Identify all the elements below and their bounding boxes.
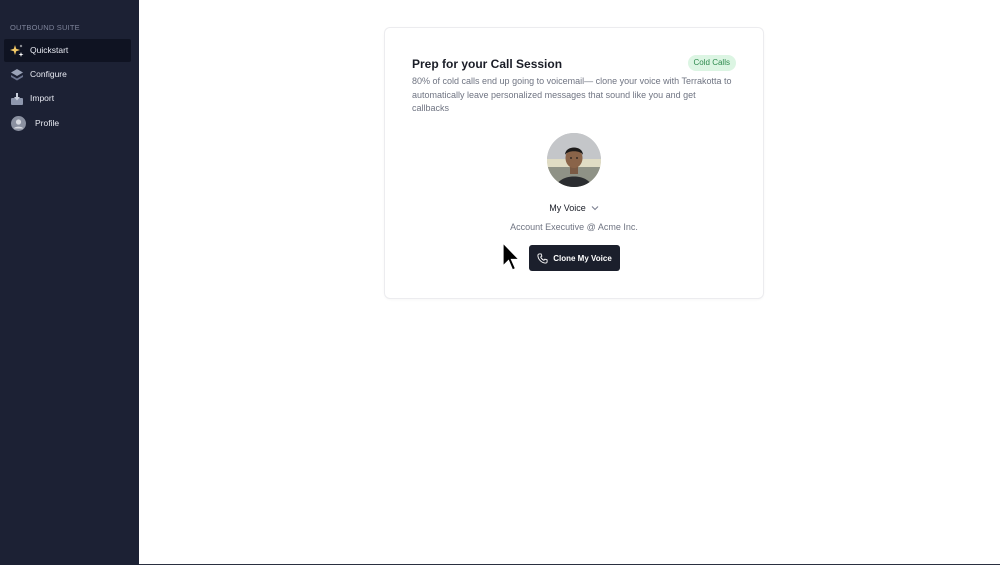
card-title: Prep for your Call Session bbox=[412, 57, 563, 71]
sidebar-item-import[interactable]: Import bbox=[4, 87, 131, 110]
voice-select-value: My Voice bbox=[549, 203, 586, 213]
voice-select[interactable]: My Voice bbox=[385, 203, 763, 213]
clone-voice-button-label: Clone My Voice bbox=[553, 253, 612, 263]
sidebar-item-label: Import bbox=[30, 93, 55, 104]
avatar bbox=[547, 133, 601, 187]
sidebar-item-label: Quickstart bbox=[30, 45, 69, 56]
sidebar-item-label: Configure bbox=[30, 69, 67, 80]
chevron-down-icon bbox=[591, 205, 599, 211]
phone-icon bbox=[537, 252, 548, 264]
card-description: 80% of cold calls end up going to voicem… bbox=[412, 76, 732, 113]
sidebar-item-profile[interactable]: Profile bbox=[4, 112, 131, 135]
sparkles-icon bbox=[9, 43, 25, 59]
status-badge: Cold Calls bbox=[687, 55, 736, 71]
voice-subtitle: Account Executive @ Acme Inc. bbox=[510, 222, 638, 232]
sidebar-item-configure[interactable]: Configure bbox=[4, 63, 131, 86]
call-session-card: Prep for your Call Session Cold Calls 80… bbox=[384, 27, 764, 299]
sidebar-item-quickstart[interactable]: Quickstart bbox=[4, 39, 131, 62]
user-avatar-icon bbox=[10, 116, 26, 132]
layers-icon bbox=[9, 67, 25, 83]
sidebar-section-label: OUTBOUND SUITE bbox=[10, 23, 80, 32]
inbox-download-icon bbox=[9, 91, 25, 107]
clone-voice-button[interactable]: Clone My Voice bbox=[529, 245, 620, 271]
sidebar-item-label: Profile bbox=[35, 118, 60, 129]
sidebar: OUTBOUND SUITE Quickstart Configure Impo… bbox=[0, 0, 139, 565]
